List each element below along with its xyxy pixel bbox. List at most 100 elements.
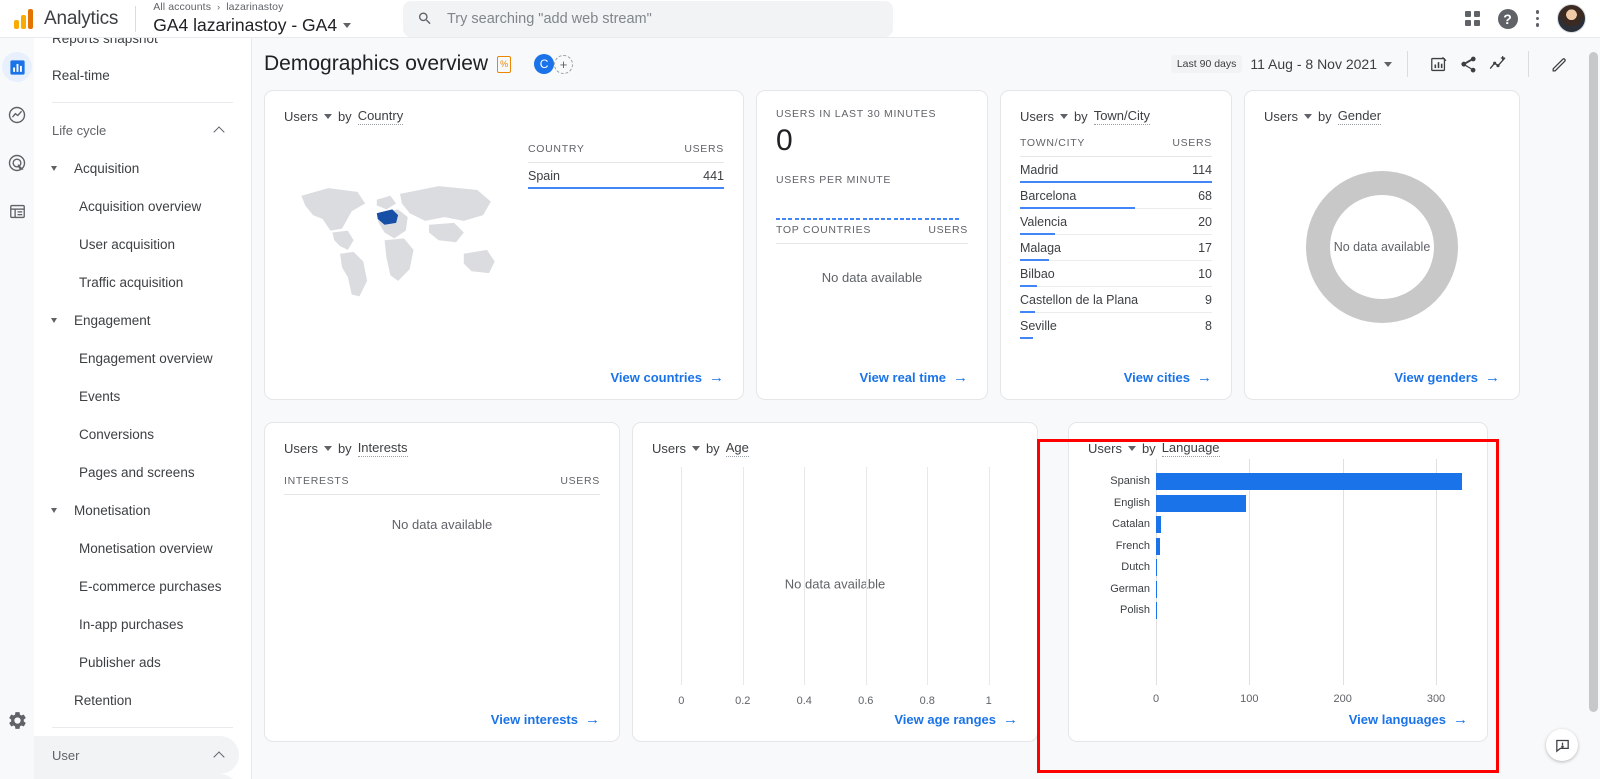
chevron-down-icon[interactable] (1303, 114, 1312, 119)
edit-pencil-icon[interactable] (1544, 49, 1574, 79)
card-users-by-city: Users by Town/City TOWN/CITY USERS Madri… (1000, 90, 1232, 400)
sidebar-item-in-app-purchases[interactable]: In-app purchases (34, 605, 239, 643)
dimension-label[interactable]: Interests (357, 440, 408, 457)
column-header-users: USERS (1172, 137, 1212, 149)
apps-grid-icon[interactable] (1464, 11, 1480, 26)
sidebar-group-engagement[interactable]: Engagement (34, 301, 239, 339)
table-row[interactable]: Barcelona 68 (1020, 183, 1212, 209)
row-value: 114 (1192, 163, 1212, 177)
age-chart-tick-label: 0.6 (858, 695, 874, 707)
table-row[interactable]: Madrid 114 (1020, 157, 1212, 183)
sidebar-item-pages-and-screens[interactable]: Pages and screens (34, 453, 239, 491)
bar-chart-bar[interactable] (1156, 494, 1246, 512)
chevron-down-icon[interactable] (323, 114, 332, 119)
card-footer-link[interactable]: View genders → (1264, 369, 1500, 386)
dimension-label[interactable]: Language (1161, 440, 1220, 457)
sidebar-item-user-acquisition[interactable]: User acquisition (34, 225, 239, 263)
sidebar-item-label: Publisher ads (79, 654, 161, 670)
account-selector[interactable]: All accounts › lazarinastoy GA4 lazarina… (153, 2, 352, 35)
card-footer-link[interactable]: View languages → (1088, 711, 1468, 728)
column-header-users: USERS (928, 224, 968, 236)
explore-icon[interactable] (2, 100, 32, 130)
dimension-label[interactable]: Town/City (1093, 108, 1151, 125)
analytics-brand-label: Analytics (44, 7, 119, 29)
bar-chart-bar[interactable] (1156, 580, 1158, 598)
settings-gear-icon[interactable] (2, 705, 32, 735)
chevron-down-icon[interactable] (691, 446, 700, 451)
add-comparison-button[interactable]: + (554, 54, 574, 74)
date-range-picker[interactable]: 11 Aug - 8 Nov 2021 (1250, 56, 1392, 72)
card-title[interactable]: Users by Town/City (1020, 108, 1212, 125)
property-name[interactable]: GA4 lazarinastoy - GA4 (153, 16, 352, 35)
sidebar-item-ecommerce-purchases[interactable]: E-commerce purchases (34, 567, 239, 605)
table-row[interactable]: Seville 8 (1020, 313, 1212, 339)
world-map[interactable] (284, 137, 514, 369)
row-bar (528, 186, 724, 189)
sidebar-item-retention[interactable]: Retention (34, 681, 239, 719)
bar-chart-bar[interactable] (1156, 559, 1158, 577)
sidebar-item-traffic-acquisition[interactable]: Traffic acquisition (34, 263, 239, 301)
card-title[interactable]: Users by Country (284, 108, 724, 125)
sidebar-item-events[interactable]: Events (34, 377, 239, 415)
bar-chart-bar[interactable] (1156, 537, 1160, 555)
insights-chart-icon[interactable] (1423, 49, 1453, 79)
vertical-scrollbar[interactable] (1589, 52, 1598, 712)
search-box[interactable] (403, 0, 894, 37)
insights-sparkle-icon[interactable] (1483, 49, 1513, 79)
card-footer-link[interactable]: View cities → (1020, 369, 1212, 386)
header-divider (1407, 51, 1408, 77)
sidebar-item-real-time[interactable]: Real-time (34, 56, 239, 94)
link-label: View countries (610, 370, 702, 385)
sidebar-group-monetisation[interactable]: Monetisation (34, 491, 239, 529)
sidebar-item-acquisition-overview[interactable]: Acquisition overview (34, 187, 239, 225)
dimension-label[interactable]: Age (725, 440, 749, 457)
chevron-down-icon[interactable] (1127, 446, 1136, 451)
pdf-export-icon[interactable]: % (497, 55, 512, 73)
sidebar-section-user[interactable]: User (34, 736, 239, 774)
advertising-icon[interactable] (2, 148, 32, 178)
sidebar-item-publisher-ads[interactable]: Publisher ads (34, 643, 239, 681)
dimension-label[interactable]: Gender (1337, 108, 1382, 125)
sidebar-item-monetisation-overview[interactable]: Monetisation overview (34, 529, 239, 567)
card-title[interactable]: Users by Age (652, 440, 1018, 457)
sidebar-item-conversions[interactable]: Conversions (34, 415, 239, 453)
comparison-badge[interactable]: C (534, 54, 555, 74)
configure-table-icon[interactable] (2, 196, 32, 226)
sidebar-section-life-cycle[interactable]: Life cycle (34, 111, 239, 149)
dimension-label[interactable]: Country (357, 108, 404, 125)
table-row[interactable]: Spain 441 (528, 163, 724, 189)
chevron-down-icon (51, 507, 57, 513)
card-footer-link[interactable]: View age ranges → (652, 711, 1018, 728)
avatar[interactable] (1557, 4, 1586, 33)
sidebar-item-label: Reports snapshot (52, 38, 158, 46)
sidebar-item-engagement-overview[interactable]: Engagement overview (34, 339, 239, 377)
card-title[interactable]: Users by Language (1088, 440, 1468, 457)
search-input[interactable] (446, 10, 880, 27)
bar-chart-bar[interactable] (1156, 602, 1158, 620)
bar-chart-bar[interactable] (1156, 516, 1161, 534)
sidebar-item-reports-snapshot[interactable]: Reports snapshot (34, 38, 239, 56)
bar-chart-bar[interactable] (1156, 473, 1463, 491)
table-row[interactable]: Bilbao 10 (1020, 261, 1212, 287)
help-icon[interactable]: ? (1497, 8, 1518, 29)
sidebar-group-demographics[interactable]: Demographics (34, 774, 239, 779)
card-footer-link[interactable]: View real time → (776, 369, 968, 386)
share-icon[interactable] (1453, 49, 1483, 79)
sidebar-group-acquisition[interactable]: Acquisition (34, 149, 239, 187)
kebab-menu-icon[interactable] (1535, 10, 1539, 27)
table-row[interactable]: Castellon de la Plana 9 (1020, 287, 1212, 313)
card-footer-link[interactable]: View interests → (284, 711, 600, 728)
chevron-down-icon[interactable] (1059, 114, 1068, 119)
card-footer-link[interactable]: View countries → (284, 369, 724, 386)
age-chart-gridline (681, 467, 683, 685)
age-chart-gridline (865, 467, 867, 685)
date-range-label: 11 Aug - 8 Nov 2021 (1250, 56, 1377, 72)
table-row[interactable]: Valencia 20 (1020, 209, 1212, 235)
table-row[interactable]: Malaga 17 (1020, 235, 1212, 261)
chevron-down-icon[interactable] (323, 446, 332, 451)
card-realtime: USERS IN LAST 30 MINUTES 0 USERS PER MIN… (756, 90, 988, 400)
send-feedback-icon[interactable] (1546, 729, 1578, 761)
reports-icon[interactable] (2, 52, 32, 82)
card-title[interactable]: Users by Gender (1264, 108, 1500, 125)
card-title[interactable]: Users by Interests (284, 440, 600, 457)
